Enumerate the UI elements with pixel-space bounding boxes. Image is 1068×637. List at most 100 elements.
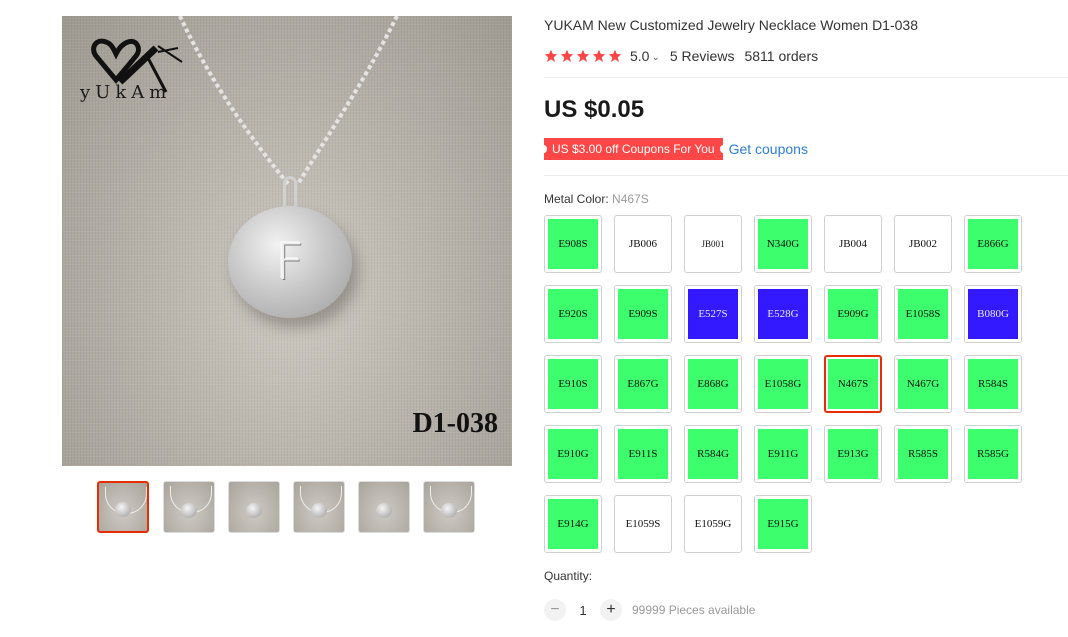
pieces-available: 99999 Pieces available bbox=[632, 603, 756, 617]
metal-color-option[interactable]: JB006 bbox=[614, 215, 672, 273]
rating-row: 5.0 ⌄ 5 Reviews 5811 orders bbox=[544, 47, 818, 65]
metal-color-option[interactable]: E528G bbox=[754, 285, 812, 343]
coupon-tag[interactable]: US $3.00 off Coupons For You bbox=[541, 138, 726, 160]
metal-color-option[interactable]: E1059S bbox=[614, 495, 672, 553]
thumbnail-pendant bbox=[311, 502, 327, 518]
metal-color-option-label: E915G bbox=[758, 499, 808, 549]
metal-color-option[interactable]: E911S bbox=[614, 425, 672, 483]
thumbnail-5[interactable] bbox=[358, 481, 410, 533]
metal-color-option[interactable]: E1059G bbox=[684, 495, 742, 553]
divider bbox=[544, 175, 1068, 176]
metal-color-option[interactable]: E909G bbox=[824, 285, 882, 343]
pendant-letter: F bbox=[275, 233, 305, 291]
metal-color-option-label: E1058G bbox=[758, 359, 808, 409]
metal-color-option[interactable]: E908S bbox=[544, 215, 602, 273]
metal-color-option[interactable]: JB002 bbox=[894, 215, 952, 273]
quantity-input[interactable]: 1 bbox=[566, 603, 600, 618]
metal-color-option[interactable]: E910S bbox=[544, 355, 602, 413]
star-icon bbox=[576, 49, 590, 62]
metal-color-option-label: R585G bbox=[968, 429, 1018, 479]
thumbnail-pendant bbox=[246, 502, 262, 518]
metal-color-option[interactable]: E909S bbox=[614, 285, 672, 343]
thumbnail-pendant bbox=[115, 502, 131, 518]
metal-color-option[interactable]: E913G bbox=[824, 425, 882, 483]
thumbnail-4[interactable] bbox=[293, 481, 345, 533]
metal-color-option-label: E528G bbox=[758, 289, 808, 339]
quantity-increase-button[interactable]: + bbox=[600, 599, 622, 621]
metal-color-option[interactable]: R584S bbox=[964, 355, 1022, 413]
thumbnail-pendant bbox=[376, 502, 392, 518]
metal-color-option[interactable]: N340G bbox=[754, 215, 812, 273]
metal-color-option[interactable]: E915G bbox=[754, 495, 812, 553]
star-icon bbox=[560, 49, 574, 62]
metal-color-option-label: E1059S bbox=[618, 499, 668, 549]
metal-color-option-label: R584S bbox=[968, 359, 1018, 409]
metal-color-option-label: E911S bbox=[618, 429, 668, 479]
metal-color-option-label: N467G bbox=[898, 359, 948, 409]
star-icon bbox=[608, 49, 622, 62]
metal-color-selected: N467S bbox=[612, 192, 649, 206]
rating-stars bbox=[544, 49, 624, 63]
metal-color-option-label: N340G bbox=[758, 219, 808, 269]
metal-color-option[interactable]: JB004 bbox=[824, 215, 882, 273]
thumbnail-1[interactable] bbox=[97, 481, 149, 533]
get-coupons-link[interactable]: Get coupons bbox=[729, 141, 808, 157]
metal-color-option[interactable]: E911G bbox=[754, 425, 812, 483]
coupon-row: US $3.00 off Coupons For You Get coupons bbox=[541, 138, 808, 160]
metal-color-option[interactable]: E1058S bbox=[894, 285, 952, 343]
metal-color-option-label: R584G bbox=[688, 429, 738, 479]
metal-color-option-label: E868G bbox=[688, 359, 738, 409]
reviews-link[interactable]: 5 Reviews bbox=[670, 48, 735, 64]
quantity-decrease-button[interactable]: − bbox=[544, 599, 566, 621]
metal-color-option-label: JB002 bbox=[898, 219, 948, 269]
thumbnail-pendant bbox=[181, 502, 197, 518]
metal-color-label: Metal Color: N467S bbox=[544, 192, 649, 206]
metal-color-option-label: R585S bbox=[898, 429, 948, 479]
metal-color-option[interactable]: E866G bbox=[964, 215, 1022, 273]
chevron-down-icon[interactable]: ⌄ bbox=[651, 52, 659, 63]
metal-color-option[interactable]: E910G bbox=[544, 425, 602, 483]
metal-color-option[interactable]: B080G bbox=[964, 285, 1022, 343]
metal-color-option-label: JB004 bbox=[828, 219, 878, 269]
metal-color-option[interactable]: R585G bbox=[964, 425, 1022, 483]
metal-color-option[interactable]: E920S bbox=[544, 285, 602, 343]
metal-color-option-label: E913G bbox=[828, 429, 878, 479]
star-icon bbox=[544, 49, 558, 62]
orders-count: 5811 orders bbox=[744, 48, 819, 64]
metal-color-option-label: E914G bbox=[548, 499, 598, 549]
metal-color-option[interactable]: R585S bbox=[894, 425, 952, 483]
metal-color-option[interactable]: JB001 bbox=[684, 215, 742, 273]
divider bbox=[544, 77, 1068, 78]
thumbnail-6[interactable] bbox=[423, 481, 475, 533]
metal-color-option[interactable]: E868G bbox=[684, 355, 742, 413]
rating-score[interactable]: 5.0 bbox=[630, 48, 649, 64]
metal-color-option-label: E1059G bbox=[688, 499, 738, 549]
metal-color-title: Metal Color: bbox=[544, 192, 609, 206]
metal-color-option-label: E910S bbox=[548, 359, 598, 409]
product-price: US $0.05 bbox=[544, 96, 645, 123]
metal-color-option-label: JB001 bbox=[688, 219, 738, 269]
metal-color-option[interactable]: E527S bbox=[684, 285, 742, 343]
metal-color-option-label: E908S bbox=[548, 219, 598, 269]
metal-color-option[interactable]: R584G bbox=[684, 425, 742, 483]
metal-color-option-label: E909G bbox=[828, 289, 878, 339]
metal-color-option-label: E910G bbox=[548, 429, 598, 479]
metal-color-option[interactable]: E914G bbox=[544, 495, 602, 553]
metal-color-option[interactable]: N467S bbox=[824, 355, 882, 413]
metal-color-option[interactable]: E867G bbox=[614, 355, 672, 413]
metal-color-option-label: E920S bbox=[548, 289, 598, 339]
product-title: YUKAM New Customized Jewelry Necklace Wo… bbox=[544, 17, 918, 33]
thumbnail-2[interactable] bbox=[163, 481, 215, 533]
brand-name: yUkAm bbox=[80, 82, 172, 103]
metal-color-options: E908S JB006 JB001 N340G JB004 JB002 E866G E920S… bbox=[544, 215, 1034, 555]
thumbnail-pendant bbox=[441, 502, 457, 518]
metal-color-option[interactable]: E1058G bbox=[754, 355, 812, 413]
metal-color-option-label: E1058S bbox=[898, 289, 948, 339]
star-icon bbox=[592, 49, 606, 62]
metal-color-option-label: E527S bbox=[688, 289, 738, 339]
main-product-image[interactable]: F yUkAm D1-038 bbox=[62, 16, 512, 466]
metal-color-option-label: E867G bbox=[618, 359, 668, 409]
metal-color-option[interactable]: N467G bbox=[894, 355, 952, 413]
thumbnail-3[interactable] bbox=[228, 481, 280, 533]
metal-color-option-label: E909S bbox=[618, 289, 668, 339]
